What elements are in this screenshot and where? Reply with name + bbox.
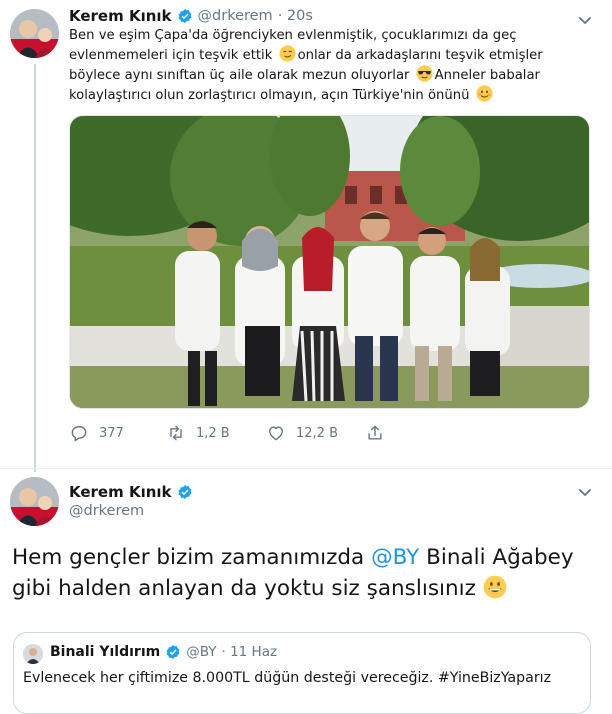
tweet-text: Ben ve eşim Çapa'da öğrenciyken evlenmiş… <box>69 26 589 105</box>
tweet-text-line: böylece aynı sınıftan üç aile olarak mez… <box>69 65 589 85</box>
emoji-grin <box>483 575 507 599</box>
tweet-text-segment: böylece aynı sınıftan üç aile olarak mez… <box>69 68 410 83</box>
like-icon <box>269 426 283 441</box>
quoted-author-name: Binali Yıldırım <box>50 644 161 660</box>
author-avatar[interactable] <box>10 9 59 58</box>
share-button[interactable] <box>365 423 395 443</box>
tweet-text-line: kolaylaştırıcı olun zorlaştırıcı olmayın… <box>69 85 589 105</box>
tweet-photo[interactable] <box>69 115 590 409</box>
emoji-smile <box>476 85 493 102</box>
tweet-divider <box>0 468 612 469</box>
share-icon <box>368 425 382 440</box>
tweet-text-segment: Anneler babalar <box>434 68 540 83</box>
emoji-smirk <box>279 45 296 62</box>
tweet-text-line: gibi halden anlayan da yoktu siz şanslıs… <box>12 573 602 604</box>
reply-count: 377 <box>99 425 124 441</box>
mention-link[interactable]: @BY <box>371 545 419 570</box>
tweet-text-segment: gibi halden anlayan da yoktu siz şanslıs… <box>12 576 476 601</box>
reply-icon <box>71 426 87 442</box>
tweet-text-segment: evlenmemeleri için teşvik ettik <box>69 48 273 63</box>
tweet-text-segment: kolaylaştırıcı olun zorlaştırıcı olmayın… <box>69 88 470 103</box>
tweet-text-segment: Hem gençler bizim zamanımızda <box>12 545 372 570</box>
retweet-count: 1,2 B <box>196 425 230 441</box>
like-count: 12,2 B <box>296 425 338 441</box>
tweet-text: Hem gençler bizim zamanımızda @BY Binali… <box>12 542 602 604</box>
quoted-timestamp: · 11 Haz <box>221 644 278 660</box>
author-name[interactable]: Kerem Kınık <box>69 7 172 25</box>
tweet-text-segment: Binali Ağabey <box>419 545 574 570</box>
author-name[interactable]: Kerem Kınık <box>69 483 172 501</box>
author-avatar[interactable] <box>10 477 59 526</box>
emoji-sunglasses <box>416 65 433 82</box>
tweet-text-segment: onlar da arkadaşlarını teşvik etmişler <box>297 48 543 63</box>
tweet-text-line: Hem gençler bizim zamanımızda @BY Binali… <box>12 542 602 573</box>
thread-connector-line <box>34 64 36 472</box>
retweet-icon <box>170 425 182 441</box>
quoted-tweet-card[interactable]: Binali Yıldırım @BY · 11 Haz Evlenecek h… <box>13 632 591 714</box>
verified-badge-icon <box>165 644 181 660</box>
verified-badge-icon <box>177 8 193 24</box>
tweet-timestamp[interactable]: · 20s <box>278 8 313 24</box>
reply-button[interactable]: 377 <box>69 423 124 443</box>
retweet-button[interactable]: 1,2 B <box>166 423 230 443</box>
quoted-author-handle: @BY <box>186 644 217 660</box>
author-handle[interactable]: @drkerem <box>198 8 273 24</box>
verified-badge-icon <box>177 484 193 500</box>
quoted-author-avatar <box>23 644 43 664</box>
tweet-text-line: Ben ve eşim Çapa'da öğrenciyken evlenmiş… <box>69 28 517 43</box>
like-button[interactable]: 12,2 B <box>266 423 338 443</box>
tweet-text-line: evlenmemeleri için teşvik ettik onlar da… <box>69 45 589 65</box>
chevron-down-icon[interactable] <box>575 482 595 502</box>
author-handle[interactable]: @drkerem <box>69 503 144 519</box>
quoted-tweet-text: Evlenecek her çiftimize 8.000TL düğün de… <box>23 670 552 686</box>
